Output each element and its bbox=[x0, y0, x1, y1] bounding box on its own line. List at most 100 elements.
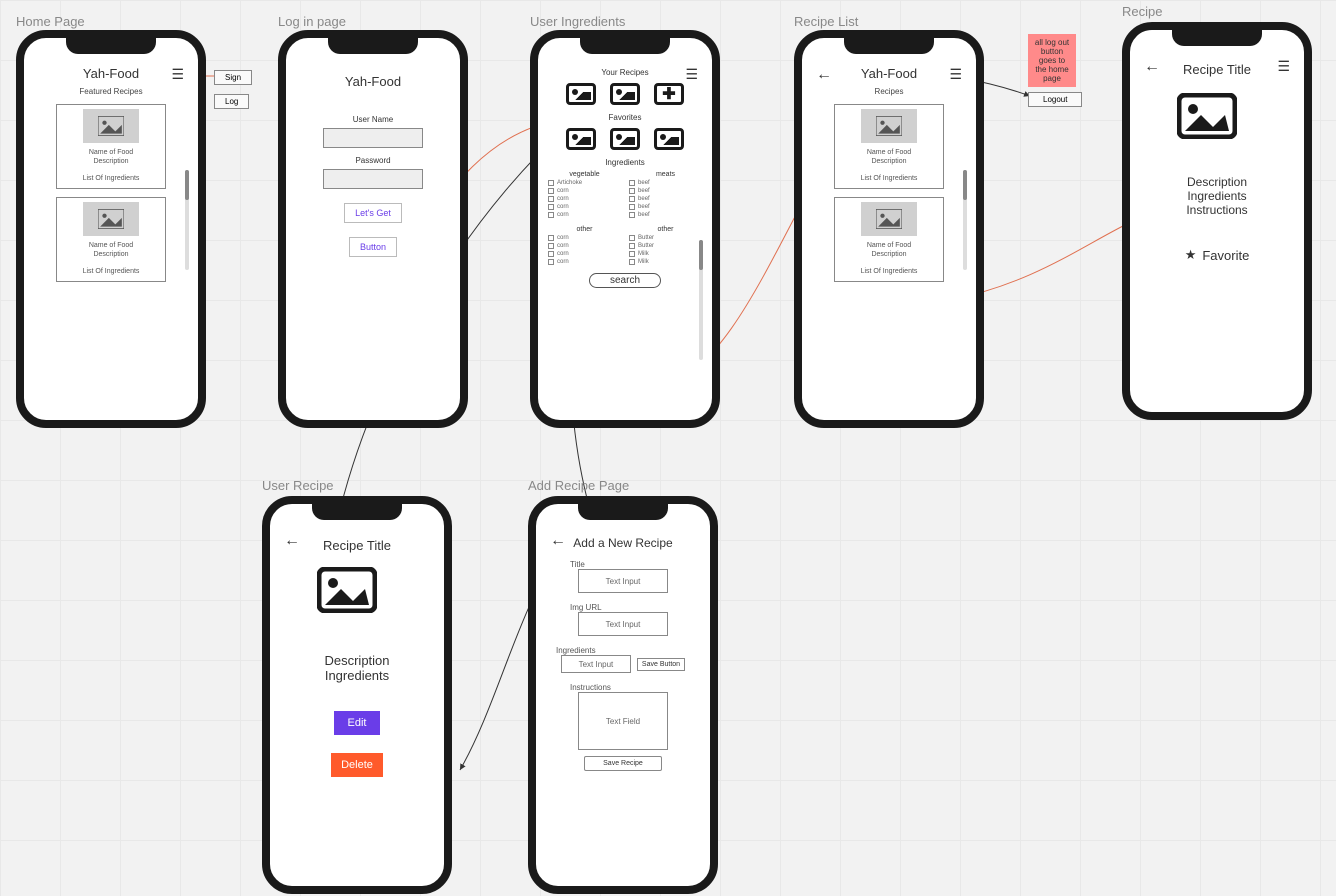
ingredient-checkbox-row[interactable]: beef bbox=[629, 180, 702, 186]
checkbox-icon[interactable] bbox=[548, 180, 554, 186]
add-recipe-button[interactable]: ✚ bbox=[654, 83, 684, 105]
hamburger-icon[interactable]: ☰ bbox=[949, 66, 962, 83]
ingredient-label: corn bbox=[557, 235, 569, 241]
instructions-textarea[interactable]: Text Field bbox=[578, 692, 668, 750]
recipe-card[interactable]: Name of Food Description List Of Ingredi… bbox=[56, 197, 166, 282]
checkbox-icon[interactable] bbox=[548, 196, 554, 202]
ingredient-checkbox-row[interactable]: corn bbox=[548, 259, 621, 265]
back-icon[interactable]: ← bbox=[816, 66, 832, 84]
recipe-card[interactable]: Name of Food Description List Of Ingredi… bbox=[834, 197, 944, 282]
checkbox-icon[interactable] bbox=[548, 204, 554, 210]
hamburger-icon[interactable]: ☰ bbox=[1277, 58, 1290, 75]
checkbox-icon[interactable] bbox=[629, 212, 635, 218]
checkbox-icon[interactable] bbox=[629, 251, 635, 257]
ingredient-checkbox-row[interactable]: Milk bbox=[629, 251, 702, 257]
ingredient-checkbox-row[interactable]: Artichoke bbox=[548, 180, 621, 186]
recipe-desc: Description bbox=[324, 653, 389, 668]
scrollbar[interactable] bbox=[699, 240, 703, 360]
favorite-button[interactable]: ★ Favorite bbox=[1185, 247, 1250, 263]
hamburger-icon[interactable]: ☰ bbox=[171, 66, 184, 83]
phone-add-recipe: ← Add a New Recipe Title Text Input Img … bbox=[528, 496, 718, 894]
star-icon: ★ bbox=[1185, 247, 1197, 263]
checkbox-icon[interactable] bbox=[629, 180, 635, 186]
edit-button[interactable]: Edit bbox=[334, 711, 381, 735]
add-recipe-heading: Add a New Recipe bbox=[573, 536, 672, 550]
recipe-desc: Description bbox=[1187, 175, 1247, 189]
checkbox-icon[interactable] bbox=[548, 212, 554, 218]
favorite-thumb[interactable] bbox=[654, 128, 684, 150]
phone-login: Yah-Food User Name Password Let's Get Bu… bbox=[278, 30, 468, 428]
hamburger-icon[interactable]: ☰ bbox=[685, 66, 698, 83]
save-recipe-button[interactable]: Save Recipe bbox=[584, 756, 662, 771]
recipe-thumb[interactable] bbox=[566, 83, 596, 105]
back-icon[interactable]: ← bbox=[550, 532, 566, 550]
recipe-ingredients: Ingredients bbox=[1187, 189, 1246, 203]
ingredient-checkbox-row[interactable]: Butter bbox=[629, 243, 702, 249]
menu-sign-button[interactable]: Sign bbox=[214, 70, 252, 85]
checkbox-icon[interactable] bbox=[548, 259, 554, 265]
ingredient-label: corn bbox=[557, 212, 569, 218]
ingredient-checkbox-row[interactable]: beef bbox=[629, 188, 702, 194]
lets-get-button[interactable]: Let's Get bbox=[344, 203, 402, 223]
favorite-thumb[interactable] bbox=[566, 128, 596, 150]
ingredient-checkbox-row[interactable]: corn bbox=[548, 235, 621, 241]
title-input[interactable]: Text Input bbox=[578, 569, 668, 593]
recipe-card[interactable]: Name of Food Description List Of Ingredi… bbox=[834, 104, 944, 189]
ingredient-checkbox-row[interactable]: corn bbox=[548, 204, 621, 210]
save-ingredient-button[interactable]: Save Button bbox=[637, 658, 685, 671]
checkbox-icon[interactable] bbox=[629, 196, 635, 202]
ingredient-label: beef bbox=[638, 204, 650, 210]
img-url-label: Img URL bbox=[570, 603, 602, 612]
checkbox-icon[interactable] bbox=[629, 204, 635, 210]
ingredients-input[interactable]: Text Input bbox=[561, 655, 631, 673]
checkbox-icon[interactable] bbox=[548, 235, 554, 241]
recipe-image-icon bbox=[1177, 93, 1257, 151]
meats-heading: meats bbox=[629, 171, 702, 178]
back-icon[interactable]: ← bbox=[1144, 58, 1160, 76]
phone-user-recipe: ← Recipe Title Description Ingredients E… bbox=[262, 496, 452, 894]
recipe-card[interactable]: Name of Food Description List Of Ingredi… bbox=[56, 104, 166, 189]
ingredient-label: Milk bbox=[638, 259, 649, 265]
ingredient-checkbox-row[interactable]: Butter bbox=[629, 235, 702, 241]
notch bbox=[66, 36, 156, 54]
ingredient-checkbox-row[interactable]: corn bbox=[548, 212, 621, 218]
secondary-button[interactable]: Button bbox=[349, 237, 397, 257]
label-recipe-list: Recipe List bbox=[794, 14, 858, 29]
delete-button[interactable]: Delete bbox=[331, 753, 383, 777]
ingredient-checkbox-row[interactable]: corn bbox=[548, 243, 621, 249]
img-url-input[interactable]: Text Input bbox=[578, 612, 668, 636]
checkbox-icon[interactable] bbox=[548, 188, 554, 194]
checkbox-icon[interactable] bbox=[629, 243, 635, 249]
back-icon[interactable]: ← bbox=[284, 532, 300, 550]
ingredient-checkbox-row[interactable]: beef bbox=[629, 204, 702, 210]
search-button[interactable]: search bbox=[589, 273, 661, 288]
ingredient-checkbox-row[interactable]: beef bbox=[629, 196, 702, 202]
checkbox-icon[interactable] bbox=[548, 251, 554, 257]
password-input[interactable] bbox=[323, 169, 423, 189]
recipe-thumb[interactable] bbox=[610, 83, 640, 105]
scrollbar[interactable] bbox=[963, 170, 967, 270]
checkbox-icon[interactable] bbox=[629, 235, 635, 241]
image-icon bbox=[861, 109, 917, 143]
ingredient-checkbox-row[interactable]: corn bbox=[548, 188, 621, 194]
ingredient-label: beef bbox=[638, 180, 650, 186]
scrollbar[interactable] bbox=[185, 170, 189, 270]
label-add-recipe: Add Recipe Page bbox=[528, 478, 629, 493]
card-ingredients: List Of Ingredients bbox=[83, 175, 140, 182]
ingredient-label: corn bbox=[557, 243, 569, 249]
ingredient-checkbox-row[interactable]: corn bbox=[548, 196, 621, 202]
logout-button[interactable]: Logout bbox=[1028, 92, 1082, 107]
username-input[interactable] bbox=[323, 128, 423, 148]
ingredient-checkbox-row[interactable]: beef bbox=[629, 212, 702, 218]
recipe-ingredients: Ingredients bbox=[325, 668, 389, 683]
ingredient-checkbox-row[interactable]: corn bbox=[548, 251, 621, 257]
checkbox-icon[interactable] bbox=[548, 243, 554, 249]
ingredient-checkbox-row[interactable]: Milk bbox=[629, 259, 702, 265]
ingredient-label: beef bbox=[638, 196, 650, 202]
menu-log-button[interactable]: Log bbox=[214, 94, 249, 109]
app-title: Yah-Food bbox=[83, 66, 139, 81]
notch bbox=[844, 36, 934, 54]
favorite-thumb[interactable] bbox=[610, 128, 640, 150]
checkbox-icon[interactable] bbox=[629, 188, 635, 194]
checkbox-icon[interactable] bbox=[629, 259, 635, 265]
